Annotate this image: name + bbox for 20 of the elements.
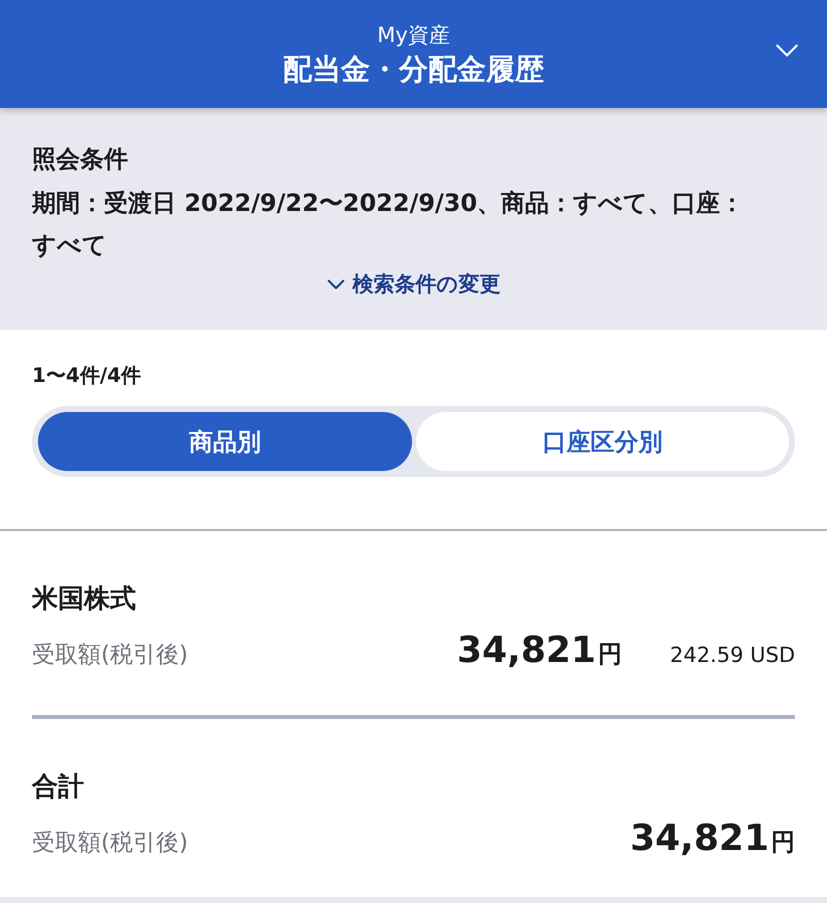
header-subtitle: My資産 (377, 22, 450, 48)
change-search-label: 検索条件の変更 (352, 271, 500, 298)
currency-unit: 円 (771, 828, 795, 856)
view-tab[interactable]: 商品別 (38, 412, 412, 471)
amount-value: 34,821 (457, 631, 596, 671)
total-amount-value: 34,821 (630, 819, 769, 859)
change-search-link[interactable]: 検索条件の変更 (326, 270, 500, 298)
total-name: 合計 (32, 771, 85, 803)
foreign-amount: 242.59 USD (670, 642, 795, 668)
conditions-text: 期間：受渡日 2022/9/22〜2022/9/30、商品：すべて、口座：すべて (32, 188, 746, 261)
currency-unit: 円 (598, 640, 622, 668)
page-title: 配当金・分配金履歴 (283, 52, 544, 86)
product-name: 米国株式 (32, 583, 137, 615)
chevron-down-icon (326, 278, 344, 290)
view-tab[interactable]: 口座区分別 (416, 412, 789, 471)
amount-label: 受取額(税引後) (32, 641, 189, 670)
amount-label: 受取額(税引後) (32, 829, 189, 858)
chevron-down-icon[interactable] (775, 44, 799, 58)
result-count: 1〜4件/4件 (32, 362, 142, 388)
conditions-heading: 照会条件 (32, 144, 129, 174)
